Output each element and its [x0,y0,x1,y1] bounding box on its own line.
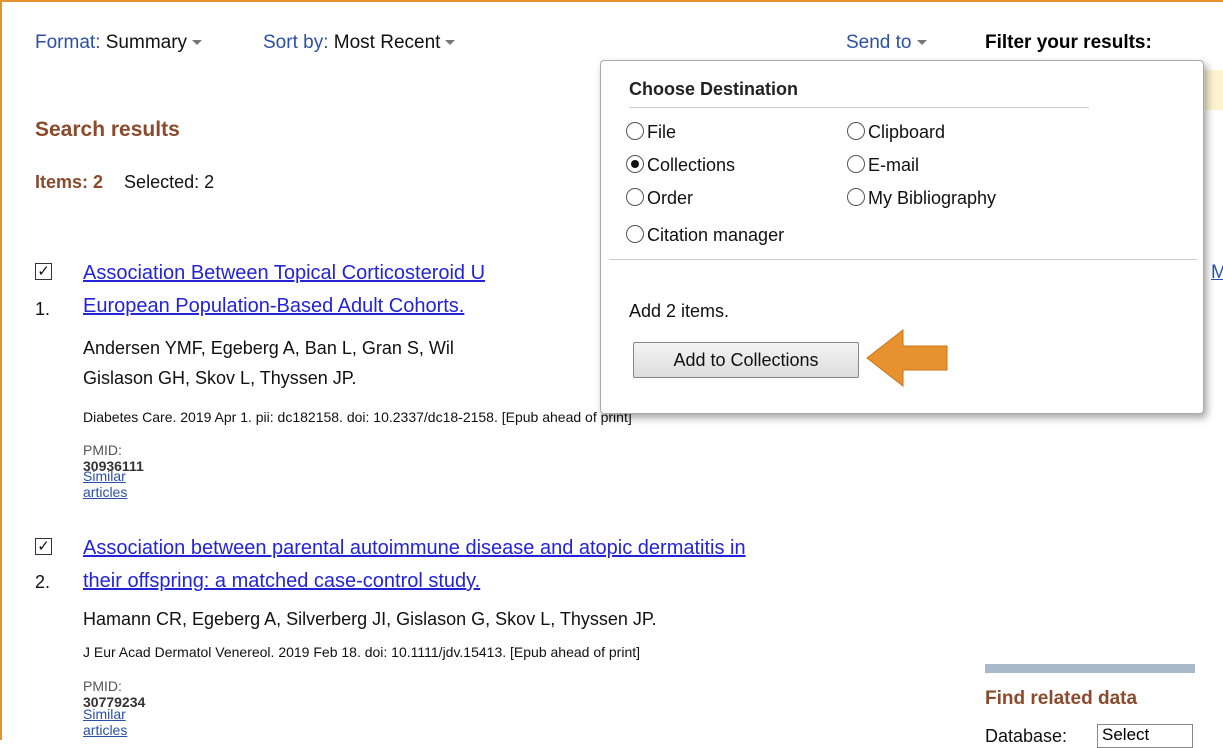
result-checkbox[interactable]: ✓ [35,538,52,555]
result-number: 2. [35,572,51,592]
result-title-link[interactable]: Association between parental autoimmune … [83,532,963,598]
arrow-left-icon [866,328,948,388]
radio-clipboard[interactable]: Clipboard [847,122,945,143]
radio-button[interactable] [626,188,644,206]
items-summary: Items: 2 Selected: 2 [35,172,214,193]
sortby-value: Most Recent [333,32,441,53]
result-journal: Diabetes Care. 2019 Apr 1. pii: dc182158… [83,409,632,425]
chevron-down-icon [445,40,456,46]
rail-divider [985,664,1195,673]
send-to-menu[interactable]: Send to [846,32,927,54]
radio-my-bibliography[interactable]: My Bibliography [847,188,996,209]
chevron-down-icon [916,40,927,46]
radio-button[interactable] [626,122,644,140]
dropdown-divider [609,259,1197,260]
database-select[interactable]: Select [1097,724,1193,748]
right-rail-link[interactable]: M [1211,262,1223,284]
radio-button[interactable] [847,155,865,173]
orange-frame-top [0,0,1223,2]
result-checkbox[interactable]: ✓ [35,263,52,280]
filter-panel [1205,70,1223,110]
radio-button[interactable] [847,122,865,140]
radio-collections[interactable]: Collections [626,155,735,176]
radio-email[interactable]: E-mail [847,155,919,176]
orange-frame-left [0,0,2,740]
radio-file[interactable]: File [626,122,676,143]
database-label: Database: [985,726,1068,746]
result-authors: Hamann CR, Egeberg A, Silverberg JI, Gis… [83,609,657,629]
radio-citation-manager[interactable]: Citation manager [626,225,784,246]
filter-heading: Filter your results: [985,32,1152,53]
find-related-heading: Find related data [985,688,1138,709]
add-to-collections-button[interactable]: Add to Collections [633,342,859,378]
radio-order[interactable]: Order [626,188,693,209]
similar-articles-link[interactable]: Similar articles [83,468,127,500]
heading-divider [629,107,1089,108]
sortby-label: Sort by [263,32,324,53]
format-value: Summary [105,32,188,53]
sortby-menu[interactable]: Sort by: Most Recent [263,32,456,54]
radio-button[interactable] [626,225,644,243]
format-menu[interactable]: Format: Summary [35,32,203,54]
search-results-heading: Search results [35,118,180,141]
add-items-count: Add 2 items. [629,301,730,321]
items-count: Items: 2 [35,172,104,192]
similar-articles-link[interactable]: Similar articles [83,706,127,738]
choose-destination-heading: Choose Destination [629,79,799,99]
radio-button-selected[interactable] [626,155,644,173]
send-to-label: Send to [846,32,912,53]
radio-button[interactable] [847,188,865,206]
selected-count: Selected: 2 [124,172,215,192]
result-number: 1. [35,299,51,319]
result-journal: J Eur Acad Dermatol Venereol. 2019 Feb 1… [83,644,641,660]
chevron-down-icon [192,40,203,46]
format-label: Format [35,32,96,53]
